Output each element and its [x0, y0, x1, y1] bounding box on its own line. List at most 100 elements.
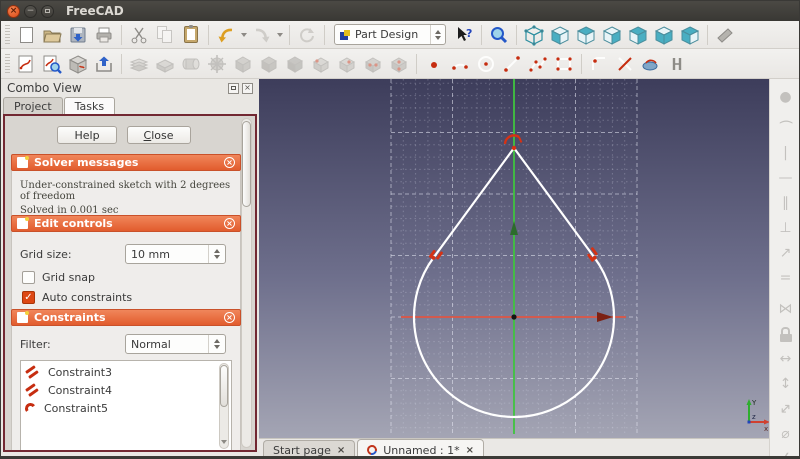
grid-snap-checkbox[interactable] — [22, 271, 35, 284]
front-view-icon[interactable] — [548, 23, 572, 47]
help-button[interactable]: Help — [57, 126, 117, 144]
external-geometry-icon[interactable] — [639, 52, 663, 76]
edit-controls-header[interactable]: Edit controls × — [11, 215, 241, 232]
copy-icon[interactable] — [153, 23, 177, 47]
edit-sketch-icon[interactable] — [40, 52, 64, 76]
undo-dropdown-icon[interactable] — [240, 23, 248, 47]
constrain-horizontal-icon[interactable]: — — [773, 166, 799, 190]
grid-size-value: 10 mm — [131, 247, 170, 261]
refresh-icon[interactable] — [295, 23, 319, 47]
window-minimize-icon[interactable]: − — [24, 4, 37, 18]
trim-edge-icon[interactable] — [613, 52, 637, 76]
constraint-list-item[interactable]: Constraint5 — [21, 399, 231, 417]
tab-close-icon[interactable]: × — [337, 445, 345, 456]
thickness-feature-icon[interactable] — [387, 52, 411, 76]
constraint-list-item[interactable]: Constraint4 — [21, 381, 231, 399]
map-sketch-to-face-icon[interactable] — [66, 52, 90, 76]
sketch-canvas[interactable]: Yzx — [259, 79, 769, 438]
constrain-tangent-icon[interactable]: ↗ — [773, 241, 799, 265]
new-sketch-icon[interactable] — [14, 52, 38, 76]
pocket-icon[interactable] — [153, 52, 177, 76]
spinbox-arrows[interactable] — [208, 245, 220, 263]
auto-constraints-checkbox[interactable] — [22, 291, 35, 304]
paste-icon[interactable] — [179, 23, 203, 47]
sketch-circle-icon[interactable] — [474, 52, 498, 76]
toolbar-grip[interactable] — [5, 24, 10, 45]
constrain-equal-icon[interactable]: = — [773, 266, 799, 290]
axonometric-view-icon[interactable] — [522, 23, 546, 47]
constrain-distance-icon[interactable]: ↔ — [773, 397, 799, 421]
constrain-parallel-icon[interactable]: ∥ — [773, 191, 799, 215]
top-view-icon[interactable] — [574, 23, 598, 47]
open-document-icon[interactable] — [40, 23, 64, 47]
save-document-icon[interactable] — [66, 23, 90, 47]
fit-all-icon[interactable] — [487, 23, 511, 47]
dock-close-icon[interactable]: × — [242, 82, 253, 94]
constraints-header[interactable]: Constraints × — [11, 309, 241, 326]
revolution-icon[interactable] — [179, 52, 203, 76]
dropdown-arrows[interactable] — [208, 335, 220, 353]
constrain-vertical-icon[interactable]: | — [773, 141, 799, 165]
grid-size-spinbox[interactable]: 10 mm — [125, 244, 226, 264]
workbench-selector[interactable]: Part Design — [334, 24, 446, 45]
redo-dropdown-icon[interactable] — [276, 23, 284, 47]
sketch-viewport[interactable]: Yzx — [259, 79, 769, 438]
constrain-radius-icon[interactable]: ⌀ — [773, 422, 799, 446]
left-view-icon[interactable] — [678, 23, 702, 47]
right-view-icon[interactable] — [600, 23, 624, 47]
combo-view-tabs: Project Tasks — [3, 97, 116, 114]
redo-icon[interactable] — [250, 23, 274, 47]
constrain-perpendicular-icon[interactable]: ⊥ — [773, 216, 799, 240]
window-maximize-icon[interactable] — [41, 4, 54, 18]
constrain-horizontal-distance-icon[interactable]: ↔ — [773, 347, 799, 371]
workbench-spinner[interactable] — [430, 25, 441, 44]
groove-icon[interactable] — [205, 52, 229, 76]
close-button[interactable]: Close — [126, 126, 191, 144]
sketch-line-icon[interactable] — [500, 52, 524, 76]
undo-icon[interactable] — [214, 23, 238, 47]
leave-sketch-icon[interactable] — [92, 52, 116, 76]
sketch-point-icon[interactable] — [422, 52, 446, 76]
mirrored-icon[interactable] — [283, 52, 307, 76]
whats-this-icon[interactable]: ? — [452, 23, 476, 47]
panel-scrollbar[interactable] — [241, 118, 252, 448]
constrain-coincident-icon[interactable]: ● — [773, 85, 799, 109]
sketch-fillet-icon[interactable] — [587, 52, 611, 76]
construction-mode-icon[interactable] — [665, 52, 689, 76]
pad-icon[interactable] — [127, 52, 151, 76]
section-collapse-icon[interactable]: × — [224, 157, 235, 168]
constrain-symmetric-icon[interactable]: ⋈ — [773, 297, 799, 321]
constrain-vertical-distance-icon[interactable]: ↕ — [773, 372, 799, 396]
linear-pattern-icon[interactable] — [231, 52, 255, 76]
draft-feature-icon[interactable] — [361, 52, 385, 76]
section-collapse-icon[interactable]: × — [224, 312, 235, 323]
sketch-arc-icon[interactable] — [448, 52, 472, 76]
tab-close-icon[interactable]: × — [466, 445, 474, 456]
toolbar-grip[interactable] — [5, 53, 10, 74]
combo-view-tab[interactable]: Project — [3, 97, 63, 114]
measure-distance-icon[interactable] — [713, 23, 737, 47]
rear-view-icon[interactable] — [626, 23, 650, 47]
fillet-feature-icon[interactable] — [309, 52, 333, 76]
cut-icon[interactable] — [127, 23, 151, 47]
polar-pattern-icon[interactable] — [257, 52, 281, 76]
sketch-polyline-icon[interactable] — [526, 52, 550, 76]
constrain-point-on-object-icon[interactable]: ( — [773, 110, 799, 134]
list-scrollbar[interactable] — [219, 363, 229, 449]
window-close-icon[interactable]: × — [7, 4, 20, 18]
filter-dropdown[interactable]: Normal — [125, 334, 226, 354]
combo-view-tab[interactable]: Tasks — [63, 97, 116, 114]
sketch-rectangle-icon[interactable] — [552, 52, 576, 76]
print-icon[interactable] — [92, 23, 116, 47]
chamfer-feature-icon[interactable] — [335, 52, 359, 76]
part-design-toolbar — [1, 49, 799, 79]
bottom-view-icon[interactable] — [652, 23, 676, 47]
solver-messages-header[interactable]: Solver messages × — [11, 154, 241, 171]
constrain-lock-icon[interactable] — [773, 322, 799, 346]
dock-float-icon[interactable] — [228, 82, 239, 94]
new-document-icon[interactable] — [14, 23, 38, 47]
combo-view-title: Combo View — [7, 81, 82, 95]
constraint-list-item[interactable]: Constraint3 — [21, 363, 231, 381]
titlebar[interactable]: × − FreeCAD — [1, 1, 799, 21]
section-collapse-icon[interactable]: × — [224, 218, 235, 229]
